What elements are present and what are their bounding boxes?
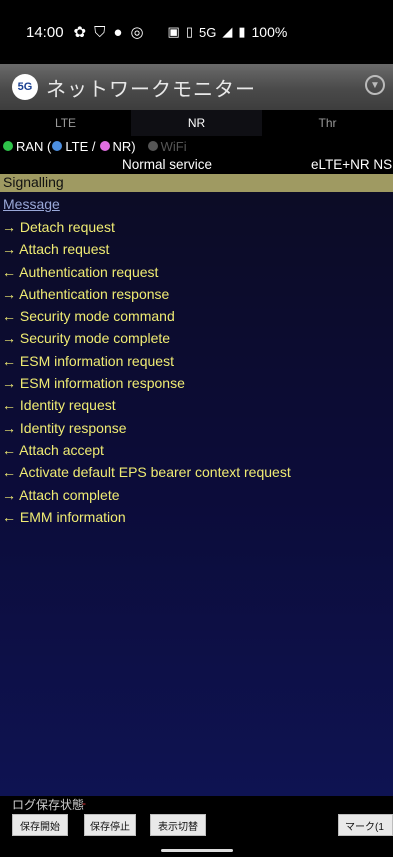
status-system-icons: ▣ ▯ 5G ◢ ▮ 100% (168, 24, 288, 40)
legend-wifi: WiFi (147, 138, 187, 154)
legend-wifi-label: WiFi (160, 138, 187, 154)
status-notification-icons: ✿ ⛉ ● ◎ (73, 23, 144, 42)
gear-icon: ✿ (73, 24, 87, 41)
nfc-icon: ▣ (167, 24, 180, 39)
mark-button[interactable]: マーク(1 (338, 814, 393, 836)
shield-icon: ⛉ (94, 23, 106, 41)
signal-icon: ◢ (222, 24, 233, 39)
app-bar: 5G ネットワークモニター ▼ (0, 64, 393, 110)
service-state: Normal service (122, 157, 213, 172)
battery-level: 100% (251, 24, 288, 40)
legend-lte-label: LTE / (65, 138, 96, 154)
tab-throughput[interactable]: Thr (262, 110, 393, 136)
service-status-row: Normal service eLTE+NR NS (0, 156, 393, 174)
tab-bar: LTE NR Thr (0, 110, 393, 136)
message-item[interactable]: ← Identity request (0, 394, 393, 416)
network-type: 5G (199, 24, 217, 40)
record-icon: ● (113, 23, 123, 41)
tab-lte[interactable]: LTE (0, 110, 131, 136)
home-indicator[interactable] (161, 849, 233, 852)
message-item[interactable]: → Security mode complete (0, 327, 393, 349)
dropdown-menu-button[interactable]: ▼ (365, 75, 385, 95)
sync-icon: ◎ (130, 24, 144, 41)
chevron-down-icon: ▼ (370, 79, 380, 91)
vibrate-icon: ▯ (185, 24, 193, 39)
log-status-value: - (82, 796, 86, 810)
message-item[interactable]: → Attach request (0, 238, 393, 260)
message-item[interactable]: → Identity response (0, 417, 393, 439)
legend-nr: NR) (96, 139, 136, 154)
wifi-dot-icon (147, 141, 158, 151)
status-bar: 14:00 ✿ ⛉ ● ◎ ▣ ▯ 5G ◢ ▮ 100% (0, 0, 393, 64)
legend-ran-label: RAN ( (16, 138, 52, 154)
log-status-label: ログ保存状態 (12, 798, 85, 812)
legend-ran: RAN ( (3, 139, 51, 154)
battery-icon: ▮ (238, 24, 246, 39)
ran-dot-icon (3, 141, 13, 151)
message-item[interactable]: ← Attach accept (0, 439, 393, 461)
legend-lte: LTE / (51, 138, 96, 154)
app-title: ネットワークモニター (46, 78, 256, 101)
service-mode: eLTE+NR NS (311, 157, 393, 172)
app-logo: 5G (12, 74, 38, 100)
message-item[interactable]: ← ESM information request (0, 350, 393, 372)
message-item[interactable]: ← Authentication request (0, 261, 393, 283)
bottom-toolbar: ログ保存状態 - 保存開始 保存停止 表示切替 マーク(1 (0, 796, 393, 857)
message-item[interactable]: → Authentication response (0, 283, 393, 305)
start-logging-button[interactable]: 保存開始 (12, 814, 68, 836)
stop-logging-button[interactable]: 保存停止 (84, 814, 136, 836)
message-item[interactable]: ← Activate default EPS bearer context re… (0, 461, 393, 483)
message-item[interactable]: → ESM information response (0, 372, 393, 394)
signalling-panel: RAN ( LTE / NR) WiFi Normal service eLTE… (0, 136, 393, 796)
tab-nr[interactable]: NR (131, 110, 262, 136)
message-item[interactable]: → Attach complete (0, 484, 393, 506)
legend-nr-label: NR) (112, 138, 136, 154)
nr-dot-icon (99, 141, 110, 151)
section-header: Signalling (0, 174, 393, 192)
legend: RAN ( LTE / NR) WiFi (0, 136, 393, 156)
message-column-header[interactable]: Message (3, 196, 60, 212)
status-time: 14:00 (26, 23, 64, 41)
message-item[interactable]: ← Security mode command (0, 305, 393, 327)
lte-dot-icon (52, 141, 63, 151)
message-list: → Detach request → Attach request ← Auth… (0, 216, 393, 528)
toggle-display-button[interactable]: 表示切替 (150, 814, 206, 836)
message-item[interactable]: ← EMM information (0, 506, 393, 528)
message-item[interactable]: → Detach request (0, 216, 393, 238)
